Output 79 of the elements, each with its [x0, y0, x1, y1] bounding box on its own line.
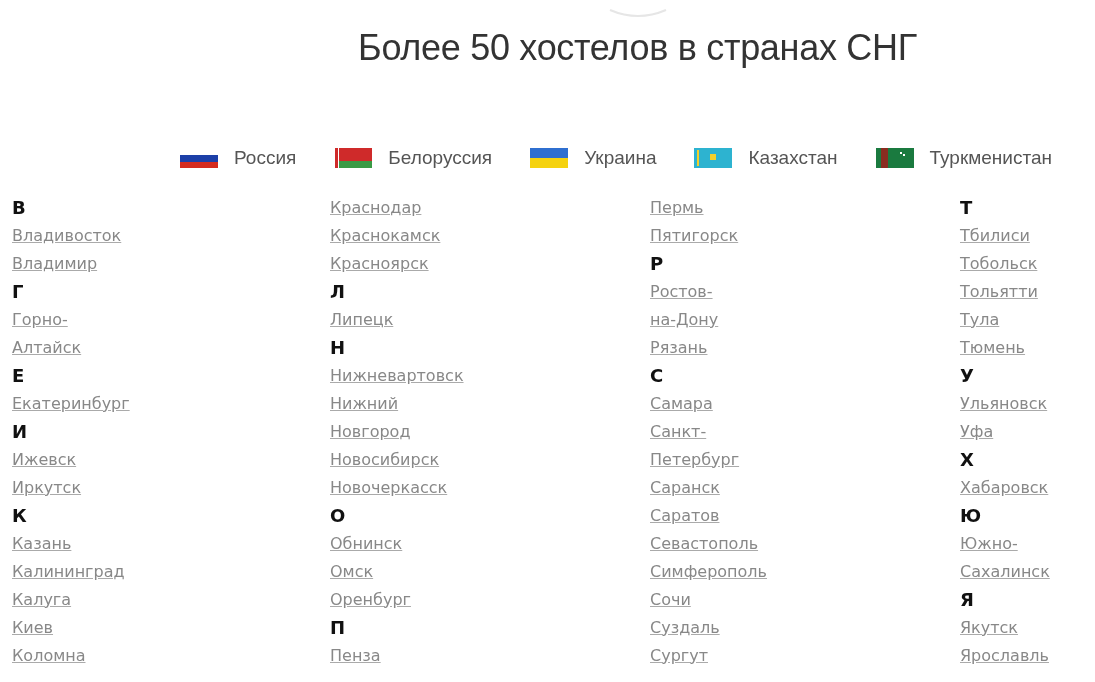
letter-heading: Е [12, 363, 25, 388]
letter-heading: О [330, 503, 346, 528]
city-link[interactable]: Омск [330, 558, 374, 587]
city-link[interactable]: Петербург [650, 446, 740, 475]
letter-heading: В [12, 195, 26, 220]
city-link[interactable]: Владивосток [12, 222, 122, 251]
letter-heading: Х [960, 447, 974, 472]
letter-heading: С [650, 363, 664, 388]
city-link[interactable]: Сочи [650, 586, 691, 615]
city-link[interactable]: Пятигорск [650, 222, 739, 251]
city-link[interactable]: Красноярск [330, 250, 429, 279]
country-link[interactable]: Туркменистан [929, 144, 1053, 173]
city-link[interactable]: Самара [650, 390, 713, 419]
city-link[interactable]: Якутск [960, 614, 1019, 643]
flag-icon [694, 148, 733, 169]
city-link[interactable]: Рязань [650, 334, 708, 363]
city-link[interactable]: Тюмень [960, 334, 1026, 363]
city-link[interactable]: Саратов [650, 502, 720, 531]
city-link[interactable]: Калининград [12, 558, 125, 587]
city-link[interactable]: Симферополь [650, 558, 767, 587]
city-link[interactable]: Обнинск [330, 530, 403, 559]
city-link[interactable]: Краснокамск [330, 222, 441, 251]
city-link[interactable]: Тольятти [960, 278, 1038, 307]
city-link[interactable]: на-Дону [650, 306, 719, 335]
country-link[interactable]: Россия [234, 144, 297, 173]
city-link[interactable]: Липецк [330, 306, 394, 335]
city-link[interactable]: Новосибирск [330, 446, 440, 475]
letter-heading: П [330, 615, 346, 640]
city-link[interactable]: Коломна [12, 642, 86, 671]
letter-heading: У [960, 363, 974, 388]
city-link[interactable]: Санкт- [650, 418, 707, 447]
country-link[interactable]: Украина [584, 144, 657, 173]
city-link[interactable]: Владимир [12, 250, 98, 279]
city-link[interactable]: Ростов- [650, 278, 713, 307]
page-title: Более 50 хостелов в странах СНГ [358, 30, 917, 66]
city-link[interactable]: Краснодар [330, 194, 422, 223]
city-link[interactable]: Нижний [330, 390, 399, 419]
letter-heading: К [12, 503, 27, 528]
city-link[interactable]: Сургут [650, 642, 708, 671]
city-link[interactable]: Казань [12, 530, 72, 559]
letter-heading: Р [650, 251, 664, 276]
city-link[interactable]: Новгород [330, 418, 411, 447]
city-link[interactable]: Хабаровск [960, 474, 1049, 503]
city-link[interactable]: Сахалинск [960, 558, 1050, 587]
flag-icon [875, 148, 914, 169]
letter-heading: Г [12, 279, 24, 304]
city-link[interactable]: Калуга [12, 586, 72, 615]
city-link[interactable]: Ижевск [12, 446, 77, 475]
city-link[interactable]: Алтайск [12, 334, 82, 363]
city-link[interactable]: Екатеринбург [12, 390, 130, 419]
city-link[interactable]: Тбилиси [960, 222, 1030, 251]
letter-heading: И [12, 419, 28, 444]
city-link[interactable]: Иркутск [12, 474, 82, 503]
arc-ornament [607, 8, 668, 18]
city-link[interactable]: Горно- [12, 306, 68, 335]
country-link[interactable]: Белоруссия [388, 144, 493, 173]
city-link[interactable]: Тобольск [960, 250, 1038, 279]
letter-heading: Ю [960, 503, 982, 528]
city-link[interactable]: Саранск [650, 474, 720, 503]
city-link[interactable]: Нижневартовск [330, 362, 464, 391]
city-link[interactable]: Суздаль [650, 614, 720, 643]
letter-heading: Т [960, 195, 973, 220]
city-link[interactable]: Новочеркасск [330, 474, 448, 503]
city-link[interactable]: Уфа [960, 418, 994, 447]
letter-heading: Я [960, 587, 974, 612]
city-link[interactable]: Ярославль [960, 642, 1049, 671]
letter-heading: Л [330, 279, 345, 304]
city-link[interactable]: Пермь [650, 194, 704, 223]
city-link[interactable]: Оренбург [330, 586, 411, 615]
city-link[interactable]: Ульяновск [960, 390, 1048, 419]
city-link[interactable]: Пенза [330, 642, 381, 671]
city-link[interactable]: Тула [960, 306, 1000, 335]
country-link[interactable]: Казахстан [748, 144, 838, 173]
city-link[interactable]: Киев [12, 614, 54, 643]
letter-heading: Н [330, 335, 346, 360]
city-link[interactable]: Севастополь [650, 530, 759, 559]
city-link[interactable]: Южно- [960, 530, 1018, 559]
flag-icon [334, 148, 373, 169]
flag-icon [530, 148, 569, 169]
